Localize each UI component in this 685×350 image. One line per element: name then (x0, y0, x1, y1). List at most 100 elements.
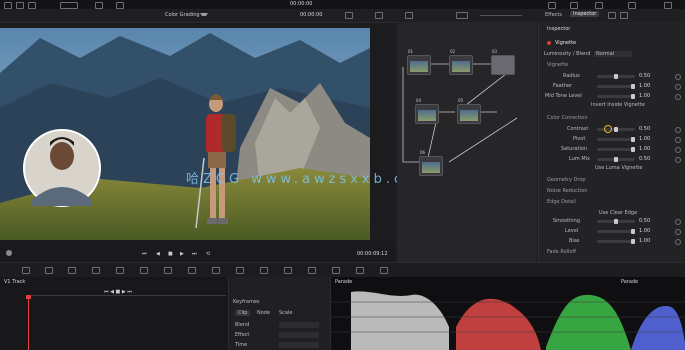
wipe-icon[interactable] (375, 12, 383, 19)
vignette-section-title[interactable]: Vignette (547, 62, 568, 68)
keyframes-icon[interactable] (570, 2, 578, 9)
zoom-slider[interactable] (480, 15, 522, 16)
kf-input[interactable] (279, 332, 319, 338)
color-correction-section-title[interactable]: Color Correction (547, 115, 588, 121)
scope-mode-select[interactable]: Parade (621, 279, 638, 285)
reset-icon[interactable] (675, 137, 681, 143)
kf-tab-clip[interactable]: Clip (235, 310, 251, 316)
fusion-tab[interactable] (60, 2, 78, 9)
kf-input[interactable] (279, 342, 319, 348)
param-slider[interactable] (597, 84, 635, 89)
kf-input[interactable] (279, 322, 319, 328)
window-icon[interactable] (236, 267, 244, 274)
node-5[interactable]: 05 (457, 98, 481, 124)
key-icon[interactable] (332, 267, 340, 274)
zoom-icon[interactable] (345, 12, 353, 19)
color-wheels-icon[interactable] (68, 267, 76, 274)
tab-inspector[interactable]: Inspector (570, 11, 600, 17)
param-value[interactable]: 1.00 (639, 228, 650, 234)
lightbox-icon[interactable] (548, 2, 556, 9)
slider-knob[interactable] (631, 229, 635, 234)
skip-forward-button[interactable]: ⏭ (192, 251, 197, 257)
reset-icon[interactable] (675, 219, 681, 225)
video-viewer[interactable] (0, 28, 370, 240)
fairlight-icon[interactable] (116, 2, 124, 9)
chevron-down-icon[interactable] (200, 13, 208, 19)
edit-icon[interactable] (28, 2, 36, 9)
options-icon[interactable] (620, 12, 628, 19)
blur-icon[interactable] (308, 267, 316, 274)
reset-icon[interactable] (675, 127, 681, 133)
rgb-mixer-icon[interactable] (116, 267, 124, 274)
node-1[interactable]: 01 (407, 49, 431, 75)
camera-raw-icon[interactable] (22, 267, 30, 274)
param-value[interactable]: 0.50 (639, 218, 650, 224)
param-slider[interactable] (597, 157, 635, 162)
tracker-icon[interactable] (260, 267, 268, 274)
slider-knob[interactable] (614, 219, 618, 224)
slider-knob[interactable] (614, 127, 618, 132)
kf-tab-node[interactable]: Node (257, 310, 270, 316)
param-slider[interactable] (597, 147, 635, 152)
node-3[interactable]: 03 (491, 49, 515, 75)
reset-icon[interactable] (675, 147, 681, 153)
param-slider[interactable] (597, 94, 635, 99)
mini-timeline[interactable]: V1 Track ⏮ ◀ ■ ▶ ⏭ (0, 277, 228, 350)
magic-mask-icon[interactable] (284, 267, 292, 274)
param-slider[interactable] (597, 229, 635, 234)
param-value[interactable]: 0.50 (639, 73, 650, 79)
gallery-icon[interactable] (595, 2, 603, 9)
collapsed-section[interactable]: Edge Detail (547, 199, 576, 205)
fade-rolloff-section[interactable]: Fade Rolloff (547, 249, 576, 255)
param-value[interactable]: 1.00 (639, 238, 650, 244)
motion-effects-icon[interactable] (140, 267, 148, 274)
slider-knob[interactable] (631, 84, 635, 89)
param-slider[interactable] (597, 219, 635, 224)
slider-knob[interactable] (631, 137, 635, 142)
vignette-toggle[interactable]: Invert Inside Vignette (591, 102, 645, 108)
effects-library-icon[interactable] (628, 2, 636, 9)
slider-knob[interactable] (631, 147, 635, 152)
curves-icon[interactable] (164, 267, 172, 274)
slider-knob[interactable] (631, 94, 635, 99)
collapsed-section[interactable]: Noise Reduction (547, 188, 587, 194)
loop-button[interactable]: ⟲ (206, 251, 210, 257)
stop-button[interactable]: ■ (168, 251, 173, 257)
skip-back-button[interactable]: ⏮ (142, 251, 147, 257)
playhead[interactable] (28, 297, 29, 350)
tab-effects[interactable]: Effects (545, 12, 562, 18)
param-value[interactable]: 1.00 (639, 83, 650, 89)
qualifier-icon[interactable] (212, 267, 220, 274)
slider-knob[interactable] (614, 74, 618, 79)
param-value[interactable]: 1.00 (639, 146, 650, 152)
pin-icon[interactable] (608, 12, 616, 19)
reset-icon[interactable] (675, 74, 681, 80)
cut-icon[interactable] (16, 2, 24, 9)
hdr-icon[interactable] (92, 267, 100, 274)
reset-icon[interactable] (675, 157, 681, 163)
param-slider[interactable] (597, 127, 635, 132)
luma-toggle[interactable]: Use Luma Vignette (595, 165, 642, 171)
timeline-transport[interactable]: ⏮ ◀ ■ ▶ ⏭ (104, 289, 132, 295)
clear-edge-toggle[interactable]: Use Clear Edge (599, 210, 637, 216)
node-2[interactable]: 02 (449, 49, 473, 75)
param-slider[interactable] (597, 74, 635, 79)
blend-mode-select[interactable]: Normal (594, 51, 633, 57)
sizing-icon[interactable] (356, 267, 364, 274)
audio-icon[interactable] (6, 250, 12, 256)
node-mode-icon[interactable] (405, 12, 413, 19)
active-dot-icon[interactable] (547, 41, 551, 45)
warper-icon[interactable] (188, 267, 196, 274)
clip-select[interactable] (456, 12, 468, 19)
reset-icon[interactable] (675, 84, 681, 90)
reset-icon[interactable] (675, 229, 681, 235)
playhead-handle[interactable] (26, 295, 31, 299)
param-value[interactable]: 0.50 (639, 126, 650, 132)
slider-knob[interactable] (631, 239, 635, 244)
reset-icon[interactable] (675, 239, 681, 245)
param-slider[interactable] (597, 137, 635, 142)
media-icon[interactable] (4, 2, 12, 9)
slider-knob[interactable] (614, 157, 618, 162)
node-4[interactable]: 04 (415, 98, 439, 124)
param-value[interactable]: 0.50 (639, 156, 650, 162)
